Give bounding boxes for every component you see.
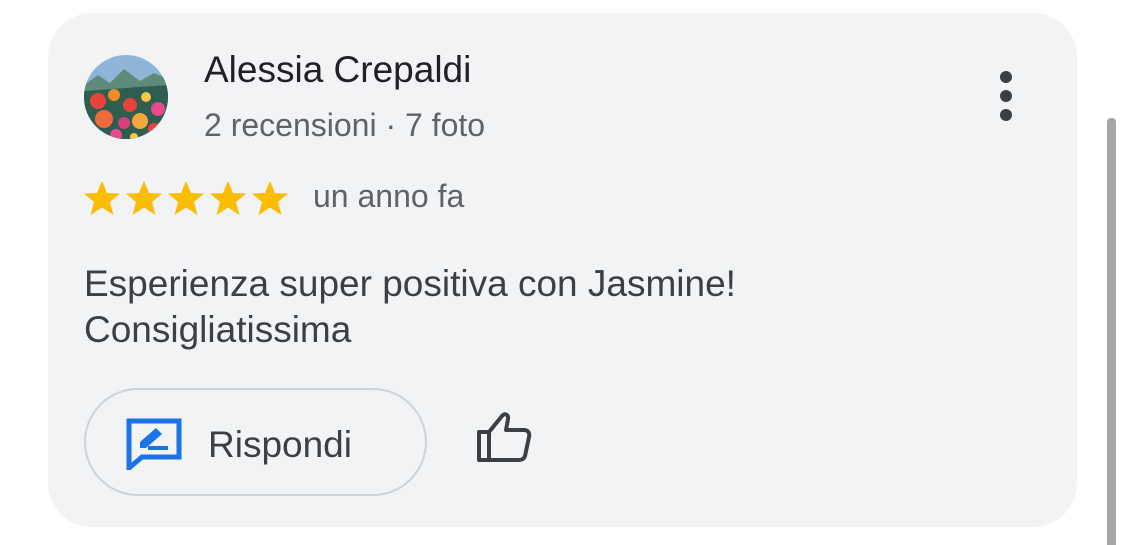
reply-edit-icon xyxy=(126,418,182,470)
star-rating xyxy=(82,178,292,218)
reply-button[interactable]: Rispondi xyxy=(84,388,427,496)
author-avatar[interactable] xyxy=(84,55,168,139)
reply-button-label: Rispondi xyxy=(208,424,352,465)
more-vert-icon-dot xyxy=(1000,109,1012,121)
author-name[interactable]: Alessia Crepaldi xyxy=(204,49,471,91)
star-icon xyxy=(210,181,246,215)
more-vert-icon xyxy=(1000,71,1012,83)
scrollbar[interactable] xyxy=(1107,118,1116,545)
star-icon xyxy=(126,181,162,215)
author-stats: 2 recensioni · 7 foto xyxy=(204,107,486,143)
review-text-line: Esperienza super positiva con Jasmine! xyxy=(84,263,736,304)
star-icon xyxy=(84,181,120,215)
review-card: Alessia Crepaldi 2 recensioni · 7 foto u… xyxy=(48,13,1077,527)
star-icon xyxy=(168,181,204,215)
review-date: un anno fa xyxy=(313,178,465,214)
like-button[interactable] xyxy=(474,408,534,468)
avatar-image xyxy=(84,55,168,139)
more-vert-icon-dot xyxy=(1000,90,1012,102)
review-text-line: Consigliatissima xyxy=(84,309,352,350)
thumb-up-icon xyxy=(477,412,532,462)
star-icon xyxy=(252,181,288,215)
review-text: Esperienza super positiva con Jasmine! C… xyxy=(84,261,984,353)
more-options-button[interactable] xyxy=(986,65,1026,127)
